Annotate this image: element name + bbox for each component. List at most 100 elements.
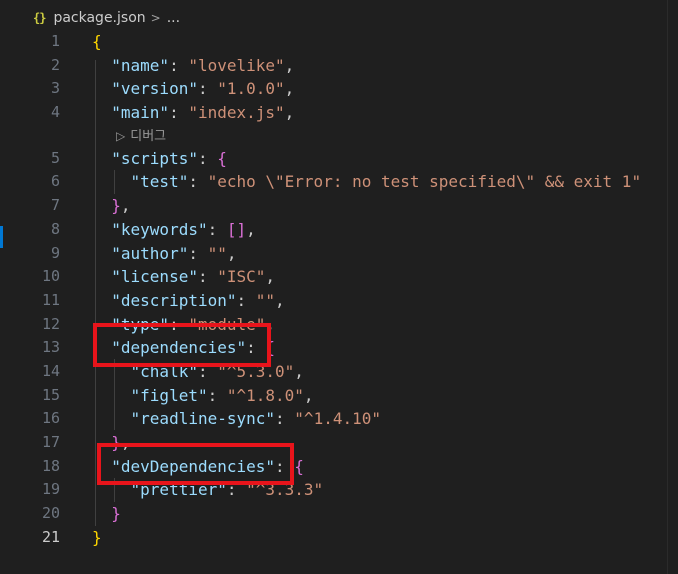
code-token: "" [255,290,276,310]
code-token: : [236,290,256,310]
code-token: "test" [130,172,189,192]
code-token: "version" [111,79,198,99]
line-number: 5 [50,148,60,167]
line-number: 16 [41,409,60,428]
code-token: "index.js" [188,103,285,123]
code-token: , [275,290,285,310]
code-text: } [92,526,102,550]
code-token: "^1.4.10" [294,409,381,429]
code-token: { [217,148,227,168]
code-text: "description": "", [92,289,285,313]
line-number: 15 [41,385,60,404]
devdependencies-highlight-box [97,443,294,485]
indent-guide [114,170,115,194]
code-token: "readline-sync" [130,409,276,429]
line-number: 13 [41,338,60,357]
line-number: 1 [50,32,60,50]
code-token: "description" [111,290,237,310]
line-number: 19 [41,480,60,499]
breadcrumb-file[interactable]: package.json [53,10,145,26]
code-token: , [120,196,131,216]
code-token: "ISC" [217,267,266,287]
code-token: : [207,385,227,405]
code-text: } [92,502,121,526]
code-token: , [265,267,276,287]
code-token: : [169,103,189,123]
dependencies-highlight-box [93,323,271,367]
code-token: , [226,243,237,263]
code-token: , [284,79,295,99]
code-line[interactable]: 2 "name": "lovelike", [0,54,668,78]
line-number: 17 [41,433,60,451]
line-number: 6 [50,172,60,191]
code-line[interactable]: 5 "scripts": { [0,147,668,171]
code-token: : [197,79,218,99]
scrollbar[interactable] [667,0,678,574]
code-line[interactable]: 20 } [0,502,668,526]
code-text: "readline-sync": "^1.4.10" [92,407,381,431]
code-text: "name": "lovelike", [92,54,294,78]
code-token: , [284,103,295,123]
code-line[interactable]: 7 }, [0,194,668,218]
code-line[interactable]: 16 "readline-sync": "^1.4.10" [0,407,668,431]
code-line[interactable]: 6 "test": "echo \"Error: no test specifi… [0,170,668,194]
code-token: } [111,196,121,216]
code-token: } [111,504,121,524]
line-number: 12 [41,314,60,333]
code-token: "keywords" [111,219,208,239]
indent-guide [95,60,96,526]
line-number: 7 [50,196,60,215]
line-number: 21 [41,527,60,546]
code-token: "^1.8.0" [226,385,304,405]
code-token: : [197,267,218,287]
code-token: "figlet" [130,385,208,405]
code-text: "scripts": { [92,147,227,171]
json-file-icon: {} [33,11,46,25]
code-token: { [92,32,102,51]
code-token: , [294,361,304,381]
code-line[interactable]: 15 "figlet": "^1.8.0", [0,384,668,408]
line-number: 14 [41,361,60,380]
code-line[interactable]: 1{ [0,30,668,54]
debug-label: 디버그 [130,128,167,144]
code-text: "figlet": "^1.8.0", [92,384,314,408]
code-text: "version": "1.0.0", [92,77,294,101]
code-token: } [92,527,102,547]
code-text: }, [92,194,131,218]
line-number: 2 [50,55,60,74]
code-text: "main": "index.js", [92,101,294,125]
code-line[interactable]: 21} [0,526,668,550]
breadcrumb-more[interactable]: ... [167,10,180,26]
code-line[interactable]: 8 "keywords": [], [0,218,668,242]
codelens-row: ▷ 디버그 [0,125,668,147]
code-token: "scripts" [111,148,198,168]
code-line[interactable]: 9 "author": "", [0,242,668,266]
code-text: "license": "ISC", [92,265,275,289]
line-number: 20 [41,504,60,523]
code-token: "license" [111,267,198,287]
line-number: 4 [50,103,60,122]
code-line[interactable]: 3 "version": "1.0.0", [0,77,668,101]
code-token: "main" [111,103,170,123]
chevron-right-icon: > [150,11,161,25]
code-token: : [197,148,218,168]
debug-codelens[interactable]: ▷ 디버그 [116,125,166,148]
play-icon: ▷ [116,128,126,143]
line-number: 11 [41,290,60,309]
code-token: "" [207,243,227,263]
code-text: "test": "echo \"Error: no test specified… [92,170,642,194]
code-text: "author": "", [92,242,237,266]
code-token: "1.0.0" [217,79,285,99]
code-token: , [246,219,256,239]
code-line[interactable]: 10 "license": "ISC", [0,265,668,289]
line-number: 9 [50,243,60,262]
code-line[interactable]: 4 "main": "index.js", [0,101,668,125]
code-token: : [188,172,208,192]
code-token: : [188,243,208,263]
code-line[interactable]: 11 "description": "", [0,289,668,313]
code-text: "keywords": [], [92,218,256,242]
code-token: "name" [111,55,170,75]
